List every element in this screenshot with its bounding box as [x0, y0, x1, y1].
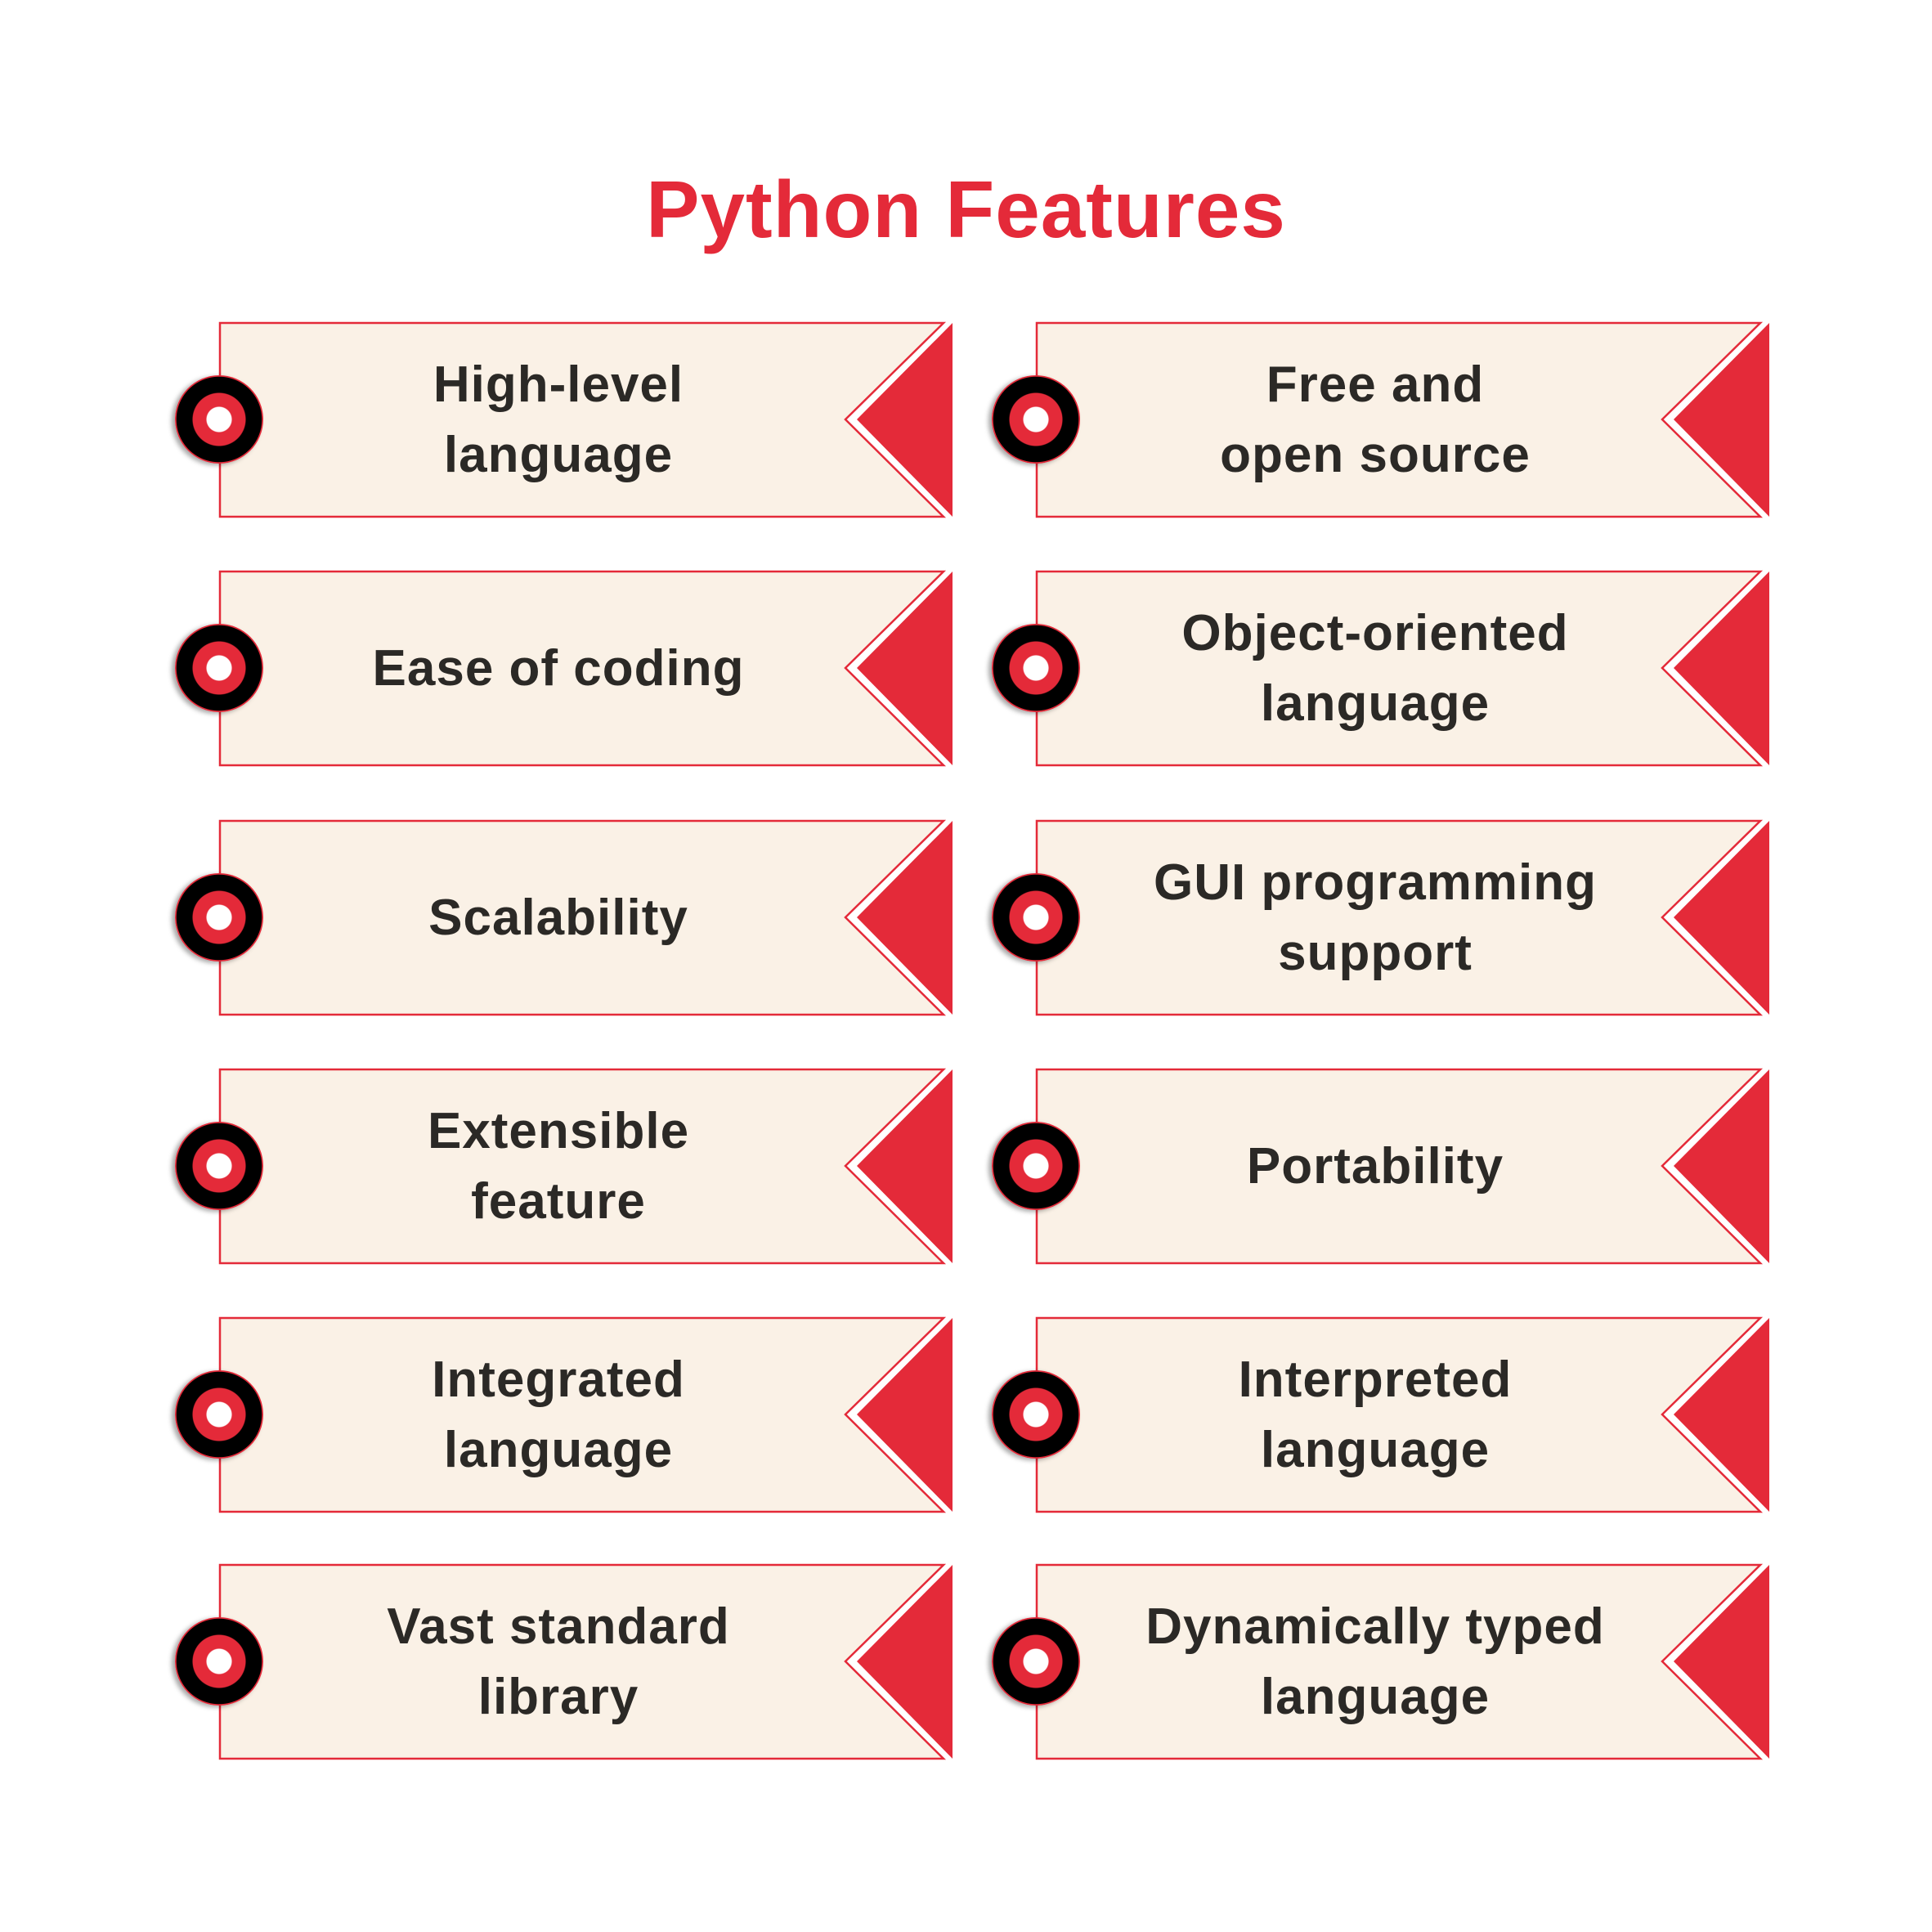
- pin-ring-icon: [992, 1617, 1080, 1706]
- feature-card: Integrated language: [218, 1316, 955, 1513]
- feature-card: Extensible feature: [218, 1068, 955, 1265]
- feature-card: Ease of coding: [218, 570, 955, 767]
- feature-label: Interpreted language: [1238, 1352, 1513, 1478]
- feature-label: Extensible feature: [427, 1103, 690, 1230]
- feature-label: Dynamically typed language: [1145, 1598, 1605, 1725]
- pin-ring-icon: [992, 1122, 1080, 1210]
- pin-ring-icon: [175, 624, 263, 712]
- feature-label: Object-oriented language: [1181, 605, 1569, 732]
- feature-label: Vast standard library: [387, 1598, 730, 1725]
- pin-ring-icon: [175, 1122, 263, 1210]
- feature-card: Scalability: [218, 819, 955, 1016]
- pin-ring-icon: [992, 1370, 1080, 1459]
- feature-card: Dynamically typed language: [1035, 1563, 1772, 1760]
- pin-ring-icon: [992, 375, 1080, 464]
- feature-label: Scalability: [428, 890, 688, 946]
- feature-card: Interpreted language: [1035, 1316, 1772, 1513]
- pin-ring-icon: [175, 1617, 263, 1706]
- pin-ring-icon: [175, 1370, 263, 1459]
- feature-card: Object-oriented language: [1035, 570, 1772, 767]
- pin-ring-icon: [992, 624, 1080, 712]
- feature-label: Portability: [1246, 1138, 1504, 1195]
- feature-label: Ease of coding: [372, 640, 745, 697]
- pin-ring-icon: [992, 873, 1080, 962]
- feature-label: Free and open source: [1220, 356, 1531, 483]
- page-title: Python Features: [646, 164, 1286, 254]
- feature-card: GUI programming support: [1035, 819, 1772, 1016]
- feature-label: Integrated language: [432, 1352, 685, 1478]
- feature-card: High-level language: [218, 321, 955, 518]
- feature-label: High-level language: [433, 356, 684, 483]
- feature-card: Free and open source: [1035, 321, 1772, 518]
- feature-card: Portability: [1035, 1068, 1772, 1265]
- feature-card: Vast standard library: [218, 1563, 955, 1760]
- pin-ring-icon: [175, 375, 263, 464]
- pin-ring-icon: [175, 873, 263, 962]
- feature-label: GUI programming support: [1153, 854, 1598, 981]
